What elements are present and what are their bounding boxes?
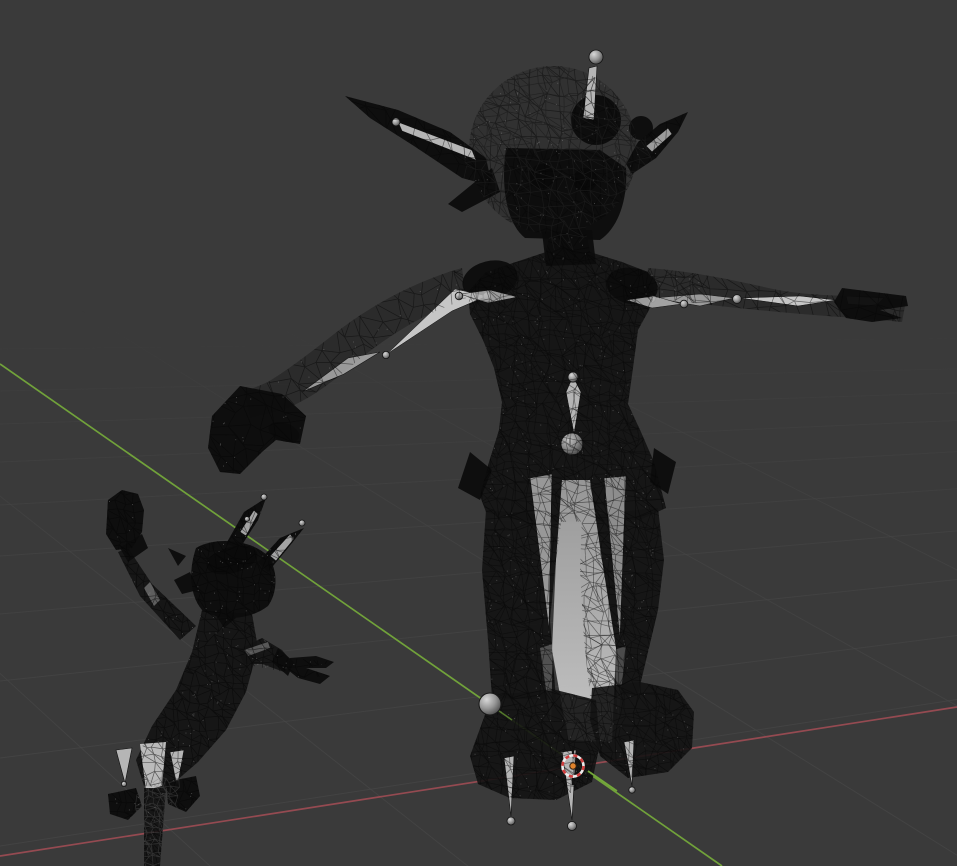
viewport-3d[interactable] — [0, 0, 957, 866]
right-toe-bone-ball — [629, 787, 635, 793]
ear-2-tip-ball — [299, 520, 305, 526]
left-elbow-ball — [382, 351, 389, 358]
right-elbow-ball — [733, 295, 742, 304]
object-origin-dot — [570, 763, 576, 769]
left-toe-bone-ball — [507, 817, 515, 825]
ear-1-joint-ball — [245, 517, 250, 522]
bone-ball — [479, 693, 501, 715]
left-leg-bone-ball — [121, 781, 126, 786]
center-toe-bone-ball — [568, 822, 577, 831]
ear-1-tip-ball — [261, 494, 267, 500]
head-top-bone-ball — [589, 50, 603, 64]
right-clavicle-ball — [680, 300, 688, 308]
